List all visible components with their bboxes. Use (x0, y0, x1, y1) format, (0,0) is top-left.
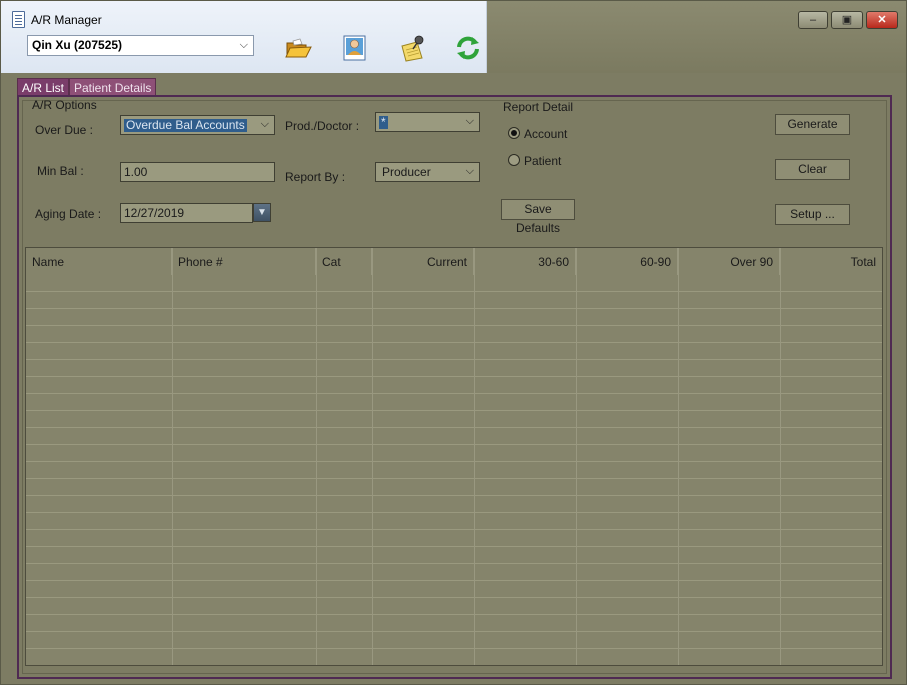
setup-button[interactable]: Setup ... (775, 204, 850, 225)
grid-divider (780, 248, 781, 665)
calendar-dropdown-icon[interactable]: ▼ (253, 203, 271, 222)
clear-button[interactable]: Clear (775, 159, 850, 180)
minimize-button[interactable]: – (798, 11, 828, 29)
note-pin-icon[interactable] (399, 34, 427, 62)
grid-divider (316, 248, 317, 665)
chevron-down-icon: ⌵ (465, 165, 474, 177)
radio-patient-label: Patient (524, 154, 562, 168)
ar-options-group-label: A/R Options (32, 98, 97, 112)
grid-divider (576, 248, 577, 665)
column-header-cat[interactable]: Cat (316, 248, 372, 275)
radio-account[interactable] (508, 127, 520, 139)
app-document-icon (12, 11, 25, 28)
column-header-name[interactable]: Name (26, 248, 172, 275)
column-header-phone[interactable]: Phone # (172, 248, 316, 275)
report-by-select[interactable]: Producer ⌵ (375, 162, 480, 182)
report-by-value: Producer (382, 165, 431, 179)
ar-manager-window: A/R Manager Qin Xu (207525) ⌵ – ▣ ✕ A/R … (0, 0, 907, 685)
aging-date-label: Aging Date : (35, 207, 102, 221)
maximize-button[interactable]: ▣ (831, 11, 863, 29)
prod-doctor-select[interactable]: * ⌵ (375, 112, 480, 132)
grid-header: Name Phone # Cat Current 30-60 60-90 Ove… (26, 248, 882, 275)
column-header-30-60[interactable]: 30-60 (474, 248, 576, 275)
prod-doctor-value: * (379, 115, 388, 129)
radio-account-label: Account (524, 127, 568, 141)
report-detail-group-label: Report Detail (503, 100, 574, 114)
patient-select-value: Qin Xu (207525) (32, 38, 123, 52)
over-due-label: Over Due : (35, 123, 94, 137)
grid-divider (474, 248, 475, 665)
window-title: A/R Manager (31, 13, 102, 27)
toolbar-panel: A/R Manager Qin Xu (207525) ⌵ (1, 1, 487, 73)
grid-divider (678, 248, 679, 665)
patient-select[interactable]: Qin Xu (207525) ⌵ (27, 35, 254, 56)
grid-divider (172, 248, 173, 665)
refresh-icon[interactable] (454, 34, 482, 62)
report-by-label: Report By : (285, 170, 346, 184)
patient-profile-icon[interactable] (341, 34, 369, 62)
chevron-down-icon: ⌵ (260, 118, 269, 130)
save-defaults-button[interactable]: Save Defaults (501, 199, 575, 235)
over-due-select[interactable]: Overdue Bal Accounts ⌵ (120, 115, 275, 135)
folder-open-icon[interactable] (284, 34, 312, 62)
min-bal-input[interactable]: 1.00 (120, 162, 275, 182)
prod-doctor-label: Prod./Doctor : (285, 119, 360, 133)
column-header-current[interactable]: Current (372, 248, 474, 275)
radio-patient[interactable] (508, 154, 520, 166)
generate-button[interactable]: Generate (775, 114, 850, 135)
chevron-down-icon: ⌵ (239, 39, 248, 51)
min-bal-label: Min Bal : (37, 164, 84, 178)
grid-body[interactable] (26, 275, 882, 665)
grid-divider (372, 248, 373, 665)
column-header-60-90[interactable]: 60-90 (576, 248, 678, 275)
aging-date-input[interactable]: 12/27/2019 (120, 203, 253, 223)
ar-grid[interactable]: Name Phone # Cat Current 30-60 60-90 Ove… (25, 247, 883, 666)
over-due-value: Overdue Bal Accounts (124, 118, 247, 132)
tab-patient-details[interactable]: Patient Details (69, 78, 157, 96)
column-header-total[interactable]: Total (780, 248, 882, 275)
close-button[interactable]: ✕ (866, 11, 898, 29)
column-header-over-90[interactable]: Over 90 (678, 248, 780, 275)
chevron-down-icon: ⌵ (465, 115, 474, 127)
